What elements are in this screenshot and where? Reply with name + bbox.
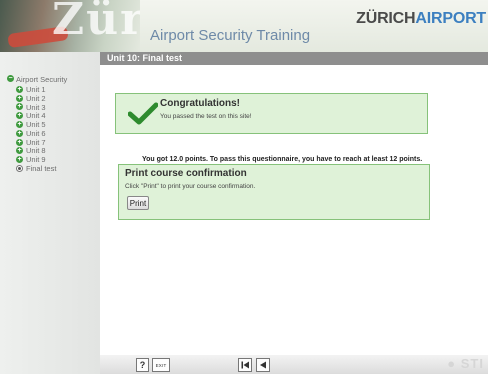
sidebar-item-label: Unit 3 bbox=[26, 102, 46, 112]
checkmark-icon bbox=[128, 102, 158, 125]
plus-circle-icon[interactable]: + bbox=[16, 94, 23, 102]
first-page-button[interactable] bbox=[238, 358, 252, 372]
header: Zürich Airport Security Training ZÜRICHA… bbox=[0, 0, 488, 52]
sidebar-root-label: Airport Security bbox=[16, 75, 68, 84]
sidebar-item-unit-7[interactable]: + Unit 7 bbox=[16, 138, 56, 147]
sidebar-item-unit-2[interactable]: + Unit 2 bbox=[16, 94, 56, 103]
print-title: Print course confirmation bbox=[125, 168, 247, 179]
result-message: You passed the test on this site! bbox=[160, 113, 252, 120]
brand-logo-part2: AIRPORT bbox=[415, 10, 486, 27]
sidebar-item-unit-8[interactable]: + Unit 8 bbox=[16, 146, 56, 156]
sidebar-item-label: Unit 6 bbox=[26, 128, 46, 138]
plus-circle-icon[interactable]: + bbox=[16, 103, 23, 111]
first-page-icon bbox=[241, 361, 249, 369]
plus-circle-icon[interactable]: + bbox=[16, 138, 23, 146]
print-button[interactable]: Print bbox=[127, 196, 149, 210]
plus-circle-icon[interactable]: + bbox=[16, 121, 23, 129]
help-button[interactable]: ? bbox=[136, 358, 149, 372]
sidebar-item-unit-3[interactable]: + Unit 3 bbox=[16, 103, 56, 112]
brand-logo-part1: ZÜRICH bbox=[356, 10, 416, 27]
sidebar-root-item[interactable]: − Airport Security bbox=[7, 75, 96, 84]
sidebar-item-label: Final test bbox=[26, 164, 57, 174]
sidebar-item-unit-4[interactable]: + Unit 4 bbox=[16, 111, 56, 120]
footer-toolbar: ? EXIT ● STI bbox=[100, 355, 488, 374]
sidebar-item-unit-5[interactable]: + Unit 5 bbox=[16, 120, 56, 129]
brand-logo: ZÜRICHAIRPORT bbox=[356, 10, 486, 28]
plus-circle-icon[interactable]: + bbox=[16, 129, 23, 137]
plus-circle-icon[interactable]: + bbox=[16, 156, 23, 164]
sidebar-item-unit-1[interactable]: + Unit 1 bbox=[16, 85, 56, 94]
print-panel: Print course confirmation Click "Print" … bbox=[118, 164, 430, 220]
score-text: You got 12.0 points. To pass this questi… bbox=[142, 156, 423, 163]
result-panel: Congratulations! You passed the test on … bbox=[115, 93, 428, 134]
sidebar-item-label: Unit 2 bbox=[26, 93, 46, 103]
previous-page-button[interactable] bbox=[256, 358, 270, 372]
print-instruction: Click "Print" to print your course confi… bbox=[125, 183, 256, 190]
sti-logo: ● STI bbox=[447, 356, 484, 371]
app-window: Zürich Airport Security Training ZÜRICHA… bbox=[0, 0, 488, 374]
previous-page-icon bbox=[260, 361, 266, 369]
sidebar-item-label: Unit 9 bbox=[26, 155, 46, 165]
exit-button[interactable]: EXIT bbox=[152, 358, 170, 372]
plus-circle-icon[interactable]: + bbox=[16, 147, 23, 155]
header-logo-image: Zürich bbox=[0, 0, 140, 52]
radio-selected-icon[interactable] bbox=[16, 165, 23, 173]
plus-circle-icon[interactable]: + bbox=[16, 112, 23, 120]
sidebar-item-label: Unit 8 bbox=[26, 146, 46, 156]
result-title: Congratulations! bbox=[160, 98, 240, 109]
sidebar-item-label: Unit 5 bbox=[26, 120, 46, 130]
sidebar-item-label: Unit 7 bbox=[26, 137, 46, 147]
sidebar-item-final-test[interactable]: Final test bbox=[16, 164, 56, 173]
course-title: Airport Security Training bbox=[150, 27, 311, 44]
sidebar-item-unit-6[interactable]: + Unit 6 bbox=[16, 129, 56, 138]
plus-circle-icon[interactable]: + bbox=[16, 85, 23, 93]
minus-circle-icon[interactable]: − bbox=[7, 75, 14, 82]
sti-logo-text: STI bbox=[460, 356, 484, 371]
sidebar-item-label: Unit 1 bbox=[26, 84, 46, 94]
header-logo-text: Zürich bbox=[52, 0, 140, 45]
sidebar-unit-list: + Unit 1 + Unit 2 + Unit 3 + Unit 4 + Unit 5 … bbox=[16, 85, 56, 173]
sidebar-item-label: Unit 4 bbox=[26, 111, 46, 121]
unit-title-bar: Unit 10: Final test bbox=[100, 52, 488, 65]
sidebar-item-unit-9[interactable]: + Unit 9 bbox=[16, 155, 56, 164]
